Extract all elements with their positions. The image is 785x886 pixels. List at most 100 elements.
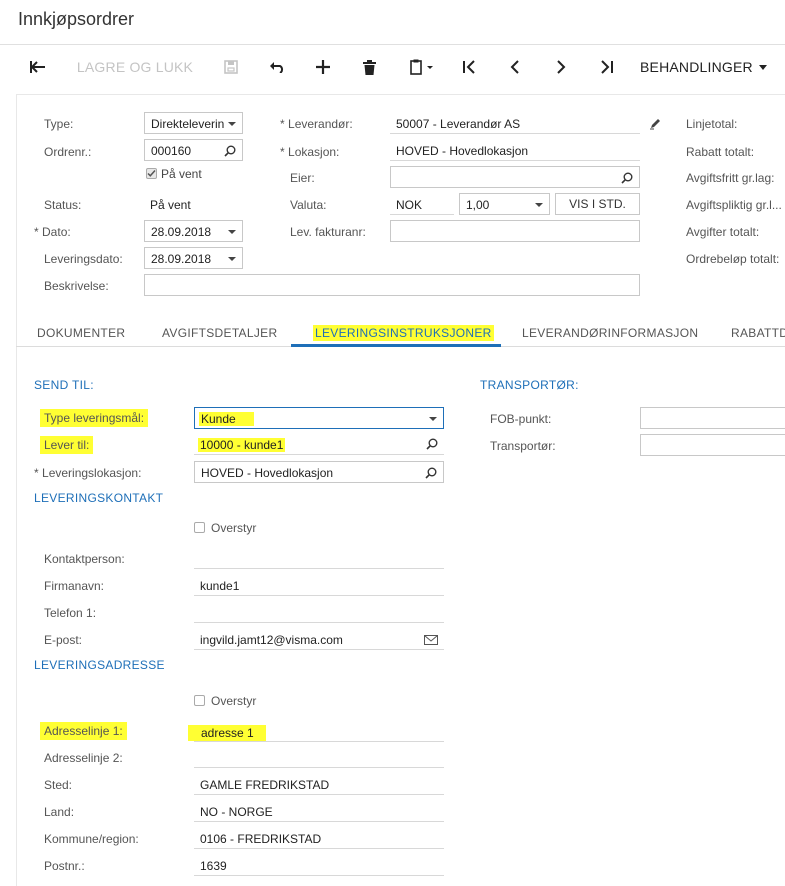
delete-button[interactable] bbox=[356, 52, 382, 82]
type-label: Type: bbox=[44, 117, 74, 131]
company-value: kunde1 bbox=[200, 579, 240, 593]
chevron-down-icon bbox=[228, 257, 236, 261]
tab-tax-details[interactable]: AVGIFTSDETALJER bbox=[162, 326, 277, 340]
tab-delivery-instructions[interactable]: LEVERINGSINSTRUKSJONER bbox=[313, 325, 494, 341]
status-label: Status: bbox=[44, 198, 82, 212]
country-label: Land: bbox=[44, 805, 75, 819]
owner-input[interactable] bbox=[390, 166, 640, 188]
address-line2-input[interactable] bbox=[194, 746, 444, 768]
save-close-button[interactable]: LAGRE OG LUKK bbox=[70, 52, 200, 82]
plus-icon bbox=[316, 60, 330, 74]
address-line1-input[interactable]: adresse 1 bbox=[188, 720, 444, 742]
email-value: ingvild.jamt12@visma.com bbox=[200, 633, 343, 647]
ship-to-value: 10000 - kunde1 bbox=[198, 438, 286, 452]
envelope-icon[interactable] bbox=[424, 634, 438, 648]
chevron-down-icon bbox=[535, 203, 543, 207]
address-line1-value: adresse 1 bbox=[188, 725, 266, 741]
tab-discounts[interactable]: RABATTD bbox=[731, 326, 785, 340]
next-record-button[interactable] bbox=[548, 52, 574, 82]
copy-paste-menu-button[interactable] bbox=[402, 52, 442, 82]
company-input[interactable]: kunde1 bbox=[194, 574, 444, 596]
contact-override-label: Overstyr bbox=[211, 521, 257, 535]
dest-type-select[interactable]: Kunde bbox=[194, 407, 444, 429]
address-line2-label: Adresselinje 2: bbox=[44, 751, 123, 765]
supplier-invoice-input[interactable] bbox=[390, 220, 640, 242]
checkmark-icon bbox=[147, 170, 156, 177]
currency-rate-select[interactable]: 1,00 bbox=[459, 193, 550, 215]
first-record-button[interactable] bbox=[456, 52, 482, 82]
delivery-date-value: 28.09.2018 bbox=[151, 252, 212, 266]
ship-location-value: HOVED - Hovedlokasjon bbox=[201, 466, 334, 480]
back-arrow-icon bbox=[30, 61, 45, 73]
currency-code-input[interactable]: NOK bbox=[390, 193, 454, 215]
supplier-value: 50007 - Leverandør AS bbox=[396, 117, 521, 131]
search-icon[interactable] bbox=[425, 467, 437, 482]
date-input[interactable]: 28.09.2018 bbox=[144, 220, 243, 242]
ship-to-label: Lever til: bbox=[40, 436, 94, 454]
country-input[interactable]: NO - NORGE bbox=[194, 800, 444, 822]
city-label: Sted: bbox=[44, 778, 73, 792]
delivery-date-input[interactable]: 28.09.2018 bbox=[144, 247, 243, 269]
address-override-label: Overstyr bbox=[211, 694, 257, 708]
ship-location-label: Leveringslokasjon: bbox=[34, 466, 141, 480]
email-label: E-post: bbox=[44, 633, 83, 647]
city-value: GAMLE FREDRIKSTAD bbox=[200, 778, 330, 792]
contact-person-label: Kontaktperson: bbox=[44, 552, 125, 566]
back-button[interactable] bbox=[24, 52, 52, 82]
tax-total-label: Avgifter totalt: bbox=[686, 225, 760, 239]
on-hold-checkbox[interactable] bbox=[146, 168, 157, 179]
chevron-down-icon bbox=[429, 417, 437, 421]
type-select[interactable]: Direkteleverin bbox=[144, 112, 243, 134]
carrier-label: Transportør: bbox=[490, 439, 556, 453]
save-button[interactable] bbox=[218, 52, 244, 82]
date-value: 28.09.2018 bbox=[151, 225, 212, 239]
taxable-base-label: Avgiftspliktig gr.l... bbox=[686, 198, 782, 212]
description-input[interactable] bbox=[144, 274, 640, 296]
tax-exempt-base-label: Avgiftsfritt gr.lag: bbox=[686, 171, 775, 185]
line-total-label: Linjetotal: bbox=[686, 117, 738, 131]
county-label: Kommune/region: bbox=[44, 832, 139, 846]
order-total-label: Ordrebeløp totalt: bbox=[686, 252, 780, 266]
clipboard-icon bbox=[410, 59, 433, 75]
address-override-checkbox[interactable] bbox=[194, 695, 205, 706]
pencil-icon[interactable] bbox=[649, 117, 662, 133]
location-input[interactable]: HOVED - Hovedlokasjon bbox=[390, 139, 640, 161]
ship-to-input[interactable]: 10000 - kunde1 bbox=[194, 433, 444, 455]
ship-location-input[interactable]: HOVED - Hovedlokasjon bbox=[194, 461, 444, 483]
actions-menu-button[interactable]: BEHANDLINGER bbox=[640, 52, 780, 82]
tab-active-indicator bbox=[291, 344, 501, 347]
tab-delivery-instructions-label: LEVERINGSINSTRUKSJONER bbox=[313, 325, 494, 341]
county-input[interactable]: 0106 - FREDRIKSTAD bbox=[194, 827, 444, 849]
contact-person-input[interactable] bbox=[194, 547, 444, 569]
search-icon[interactable] bbox=[621, 172, 633, 187]
add-button[interactable] bbox=[310, 52, 336, 82]
fob-label: FOB-punkt: bbox=[490, 412, 552, 426]
previous-record-button[interactable] bbox=[502, 52, 528, 82]
contact-override-checkbox[interactable] bbox=[194, 522, 205, 533]
view-base-currency-button[interactable]: VIS I STD. bbox=[555, 193, 640, 215]
email-input[interactable]: ingvild.jamt12@visma.com bbox=[194, 628, 444, 650]
fob-input[interactable] bbox=[640, 407, 785, 429]
last-record-button[interactable] bbox=[594, 52, 620, 82]
supplier-invoice-label: Lev. fakturanr: bbox=[290, 225, 366, 239]
company-label: Firmanavn: bbox=[44, 579, 105, 593]
postcode-input[interactable]: 1639 bbox=[194, 854, 444, 876]
tab-supplier-info[interactable]: LEVERANDØRINFORMASJON bbox=[522, 326, 698, 340]
search-icon[interactable] bbox=[426, 438, 438, 453]
order-no-input[interactable]: 000160 bbox=[144, 139, 243, 161]
tab-documents[interactable]: DOKUMENTER bbox=[37, 326, 125, 340]
search-icon[interactable] bbox=[224, 145, 236, 160]
supplier-label: Leverandør: bbox=[280, 117, 353, 131]
supplier-input[interactable]: 50007 - Leverandør AS bbox=[390, 112, 640, 134]
country-value: NO - NORGE bbox=[200, 805, 273, 819]
order-no-value: 000160 bbox=[151, 144, 192, 158]
carrier-input[interactable] bbox=[640, 434, 785, 456]
currency-code-value: NOK bbox=[396, 198, 423, 212]
phone-input[interactable] bbox=[194, 601, 444, 623]
carrier-section-title: TRANSPORTØR: bbox=[480, 378, 579, 392]
trash-icon bbox=[362, 59, 376, 75]
ship-to-section-title: SEND TIL: bbox=[34, 378, 94, 392]
city-input[interactable]: GAMLE FREDRIKSTAD bbox=[194, 773, 444, 795]
undo-button[interactable] bbox=[264, 52, 290, 82]
dest-type-label-text: Type leveringsmål: bbox=[40, 409, 149, 427]
